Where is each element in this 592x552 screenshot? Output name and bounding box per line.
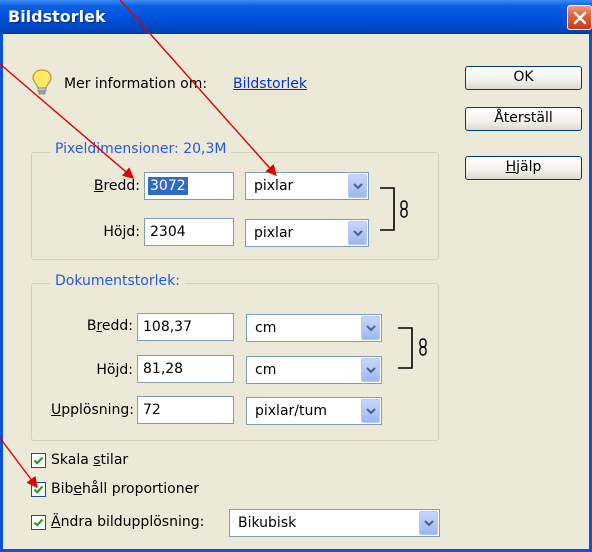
pixel-link-bracket (380, 187, 395, 231)
resolution-unit-select[interactable]: pixlar/tum (246, 397, 382, 425)
resolution-unit-value: pixlar/tum (255, 403, 328, 419)
help-button-mnemonic: H (505, 159, 517, 175)
chevron-down-icon (366, 408, 376, 415)
resolution-unit-dropdown[interactable] (361, 399, 380, 423)
reset-button[interactable]: Återställ (465, 107, 582, 131)
chevron-down-icon (366, 325, 376, 332)
doc-height-unit-select[interactable]: cm (246, 356, 382, 384)
resolution-input[interactable]: 72 (137, 396, 234, 424)
link-chain-icon (419, 338, 427, 356)
doc-width-input[interactable]: 108,37 (137, 313, 234, 341)
resolution-label: Upplösning: (50, 402, 134, 418)
checkmark-icon (33, 485, 44, 494)
pixel-height-unit-select[interactable]: pixlar (245, 219, 369, 247)
pixel-height-unit-value: pixlar (254, 225, 294, 241)
doc-width-label: Bredd: (86, 318, 133, 334)
resample-method-dropdown[interactable] (419, 511, 438, 535)
pixel-width-unit-select[interactable]: pixlar (245, 172, 369, 200)
scale-styles-checkbox[interactable] (31, 453, 46, 468)
lightbulb-icon (32, 69, 52, 95)
pixel-dimensions-legend: Pixeldimensioner: 20,3M (50, 141, 232, 157)
info-label: Mer information om: (64, 76, 208, 92)
title-bar: Bildstorlek (0, 0, 592, 34)
doc-height-unit-dropdown[interactable] (361, 358, 380, 382)
checkmark-icon (33, 518, 44, 527)
pixel-width-input[interactable]: 3072 (144, 172, 234, 200)
resample-label: Ändra bildupplösning: (51, 514, 205, 530)
document-size-legend: Dokumentstorlek: (50, 273, 185, 289)
chevron-down-icon (366, 367, 376, 374)
help-button[interactable]: Hjälp (465, 156, 582, 180)
link-chain-icon (400, 200, 408, 218)
chevron-down-icon (353, 183, 363, 190)
ok-button[interactable]: OK (465, 66, 582, 90)
doc-height-label: Höjd: (96, 362, 133, 378)
doc-link-bracket (398, 327, 413, 369)
pixel-width-label: Bredd: (93, 178, 140, 194)
resample-checkbox[interactable] (31, 515, 46, 530)
pixel-width-unit-value: pixlar (254, 178, 294, 194)
pixel-width-unit-dropdown[interactable] (348, 174, 367, 198)
doc-width-unit-value: cm (255, 320, 277, 336)
doc-width-unit-dropdown[interactable] (361, 316, 380, 340)
chevron-down-icon (353, 230, 363, 237)
pixel-height-unit-dropdown[interactable] (348, 221, 367, 245)
checkmark-icon (33, 456, 44, 465)
chevron-down-icon (424, 520, 434, 527)
doc-width-unit-select[interactable]: cm (246, 314, 382, 342)
doc-height-input[interactable]: 81,28 (137, 355, 234, 383)
close-icon (573, 11, 587, 25)
resample-method-select[interactable]: Bikubisk (229, 509, 440, 537)
scale-styles-label: Skala stilar (51, 452, 129, 468)
window-title: Bildstorlek (8, 7, 106, 26)
pixel-height-input[interactable]: 2304 (144, 218, 234, 246)
close-button[interactable] (567, 5, 592, 30)
constrain-proportions-checkbox[interactable] (31, 482, 46, 497)
info-link[interactable]: Bildstorlek (233, 76, 307, 92)
doc-height-unit-value: cm (255, 362, 277, 378)
help-button-label: jälp (516, 159, 542, 175)
constrain-proportions-label: Bibehåll proportioner (51, 481, 199, 497)
pixel-height-label: Höjd: (103, 224, 140, 240)
resample-method-value: Bikubisk (238, 515, 297, 531)
